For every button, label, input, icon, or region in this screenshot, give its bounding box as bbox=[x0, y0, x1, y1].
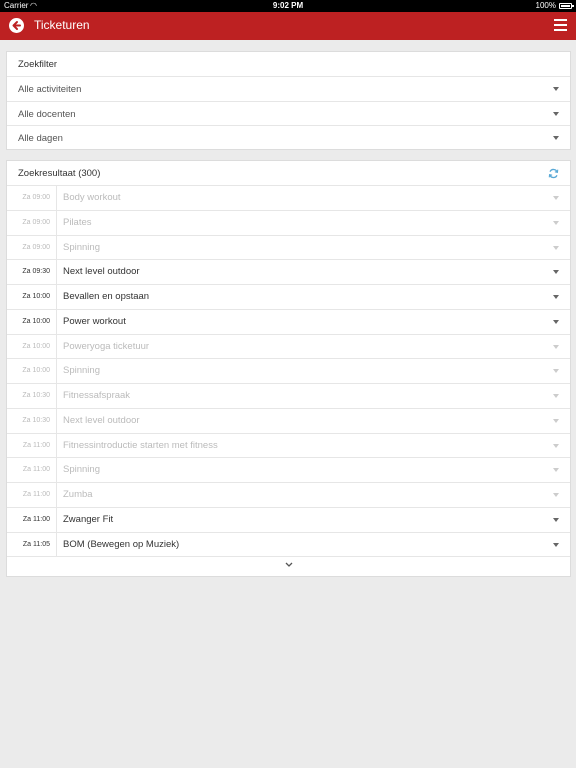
result-name: Spinning bbox=[63, 464, 100, 476]
status-time: 9:02 PM bbox=[272, 1, 304, 10]
filter-teachers-label: Alle docenten bbox=[18, 108, 76, 120]
result-name: Spinning bbox=[63, 365, 100, 377]
result-name: Pilates bbox=[63, 216, 92, 228]
hamburger-icon-line bbox=[554, 24, 567, 26]
result-row[interactable]: Za 10:00 Power workout bbox=[7, 309, 570, 335]
caret-down-icon bbox=[553, 394, 559, 398]
result-row: Za 11:00 Fitnessintroductie starten met f… bbox=[7, 433, 570, 459]
result-name: Zumba bbox=[63, 489, 93, 500]
status-bar: Carrier ◠ 9:02 PM 100% bbox=[0, 0, 576, 12]
result-time: Za 09:30 bbox=[7, 260, 57, 285]
result-row[interactable]: Za 11:05 BOM (Bewegen op Muziek) bbox=[7, 532, 570, 558]
filter-activities-label: Alle activiteiten bbox=[18, 84, 82, 95]
result-time: Za 11:00 bbox=[7, 507, 57, 532]
result-row[interactable]: Za 10:00 Bevallen en opstaan bbox=[7, 285, 570, 310]
page-title: Ticketuren bbox=[34, 18, 90, 32]
caret-down-icon bbox=[553, 295, 559, 299]
result-row[interactable]: Za 11:00 Zwanger Fit bbox=[7, 507, 570, 533]
result-time: Za 10:00 bbox=[7, 334, 57, 359]
search-results-card: Zoekresultaat (300) Za 09:00 Body workout… bbox=[6, 160, 571, 577]
result-row: Za 10:00 Poweryoga ticketuur bbox=[7, 334, 570, 360]
result-row: Za 11:00 Spinning bbox=[7, 458, 570, 483]
search-results-title: Zoekresultaat (300) bbox=[18, 168, 101, 179]
back-button[interactable] bbox=[9, 18, 24, 33]
result-row: Za 10:30 Next level outdoor bbox=[7, 408, 570, 434]
battery-icon bbox=[559, 3, 574, 9]
caret-down-icon bbox=[553, 517, 559, 522]
result-time: Za 10:30 bbox=[7, 408, 57, 433]
search-filter-card: Zoekfilter Alle activiteiten Alle docent… bbox=[6, 51, 571, 150]
result-time: Za 10:00 bbox=[7, 359, 57, 384]
result-time: Za 11:05 bbox=[7, 532, 57, 557]
filter-days-select[interactable]: Alle dagen bbox=[7, 126, 570, 151]
load-more-button[interactable] bbox=[7, 556, 570, 576]
result-row[interactable]: Za 09:30 Next level outdoor bbox=[7, 260, 570, 285]
caret-down-icon bbox=[553, 245, 559, 250]
results-list: Za 09:00 Body workout Za 09:00 Pilates Za 09… bbox=[7, 186, 570, 558]
result-time: Za 09:00 bbox=[7, 186, 57, 210]
caret-down-icon bbox=[553, 136, 559, 140]
caret-down-icon bbox=[553, 270, 559, 275]
search-filter-title: Zoekfilter bbox=[18, 59, 58, 70]
caret-down-icon bbox=[553, 418, 559, 423]
menu-button[interactable] bbox=[554, 19, 567, 31]
refresh-icon[interactable] bbox=[548, 168, 559, 179]
arrow-left-icon bbox=[12, 21, 21, 30]
caret-down-icon bbox=[553, 443, 559, 448]
search-results-header: Zoekresultaat (300) bbox=[7, 161, 570, 186]
filter-activities-select[interactable]: Alle activiteiten bbox=[7, 77, 570, 102]
result-row: Za 11:00 Zumba bbox=[7, 483, 570, 508]
result-name: BOM (Bewegen op Muziek) bbox=[63, 538, 180, 550]
top-bar: Ticketuren bbox=[0, 12, 576, 40]
result-name: Next level outdoor bbox=[63, 414, 140, 426]
caret-down-icon bbox=[553, 493, 559, 497]
result-name: Poweryoga ticketuur bbox=[63, 340, 150, 352]
caret-down-icon bbox=[553, 87, 559, 91]
caret-down-icon bbox=[553, 344, 559, 349]
result-time: Za 10:30 bbox=[7, 384, 57, 408]
caret-down-icon bbox=[553, 111, 559, 116]
result-time: Za 10:00 bbox=[7, 309, 57, 334]
result-time: Za 11:00 bbox=[7, 433, 57, 458]
battery-label: 100% bbox=[535, 1, 556, 10]
result-name: Fitnessintroductie starten met fitness bbox=[63, 439, 218, 451]
filter-days-label: Alle dagen bbox=[18, 133, 63, 144]
result-name: Bevallen en opstaan bbox=[63, 291, 150, 302]
hamburger-icon-line bbox=[554, 29, 567, 31]
result-name: Zwanger Fit bbox=[63, 513, 114, 525]
result-time: Za 10:00 bbox=[7, 285, 57, 309]
result-row: Za 09:00 Spinning bbox=[7, 235, 570, 261]
result-time: Za 09:00 bbox=[7, 235, 57, 260]
caret-down-icon bbox=[553, 468, 559, 473]
result-row: Za 10:00 Spinning bbox=[7, 359, 570, 384]
result-name: Spinning bbox=[63, 241, 100, 253]
result-time: Za 11:00 bbox=[7, 483, 57, 507]
caret-down-icon bbox=[553, 319, 559, 324]
result-row: Za 10:30 Fitnessafspraak bbox=[7, 384, 570, 409]
filter-teachers-select[interactable]: Alle docenten bbox=[7, 102, 570, 126]
caret-down-icon bbox=[553, 369, 559, 374]
result-time: Za 11:00 bbox=[7, 458, 57, 483]
result-name: Body workout bbox=[63, 192, 121, 203]
result-name: Fitnessafspraak bbox=[63, 390, 131, 401]
result-row: Za 09:00 Body workout bbox=[7, 186, 570, 211]
hamburger-icon-line bbox=[554, 19, 567, 21]
search-filter-header: Zoekfilter bbox=[7, 52, 570, 77]
result-row: Za 09:00 Pilates bbox=[7, 210, 570, 236]
caret-down-icon bbox=[553, 196, 559, 200]
caret-down-icon bbox=[553, 542, 559, 547]
result-time: Za 09:00 bbox=[7, 210, 57, 235]
caret-down-icon bbox=[553, 220, 559, 225]
result-name: Power workout bbox=[63, 315, 126, 327]
chevron-down-icon bbox=[285, 562, 293, 567]
result-name: Next level outdoor bbox=[63, 266, 140, 278]
